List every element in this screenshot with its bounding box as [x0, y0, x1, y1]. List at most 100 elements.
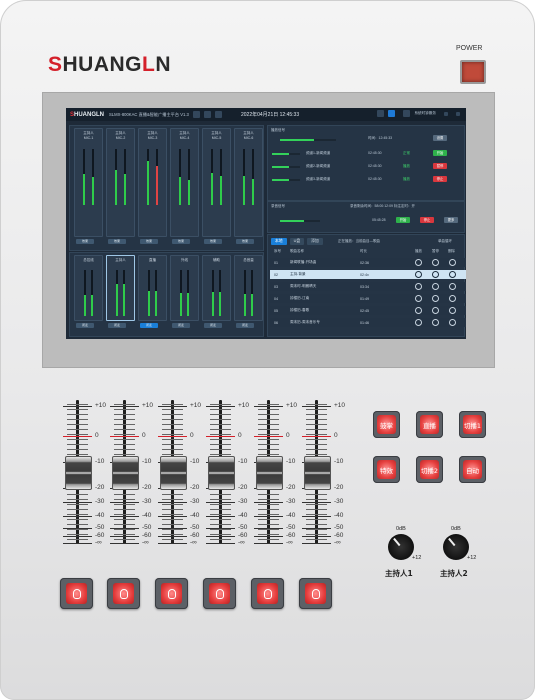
- fader-channel[interactable]: [206, 396, 236, 548]
- level-meter: [124, 149, 126, 205]
- pause-icon[interactable]: [432, 283, 439, 290]
- playlist-row[interactable]: 04 钟楼历-江南 01:49: [270, 294, 466, 303]
- screen-icon[interactable]: [377, 110, 385, 117]
- fader-knob[interactable]: [160, 456, 187, 490]
- fx-button[interactable]: 鼓掌: [373, 411, 400, 438]
- broadcast-row-name: 频道2-新闻频道: [306, 164, 331, 168]
- user-name[interactable]: 系统时钟服务: [414, 111, 436, 116]
- group-mute-button[interactable]: 闭麦: [204, 323, 222, 328]
- pause-icon[interactable]: [432, 259, 439, 266]
- channel-effect-button[interactable]: 效果: [108, 239, 126, 244]
- play-icon[interactable]: [415, 283, 422, 290]
- fader-knob[interactable]: [208, 456, 235, 490]
- fader-tick: [114, 524, 135, 525]
- fader-channel[interactable]: [63, 396, 93, 548]
- mail-icon[interactable]: [403, 110, 411, 117]
- fader-knob[interactable]: [65, 456, 92, 490]
- fader-channel[interactable]: [254, 396, 284, 548]
- tab-usb[interactable]: U盘: [289, 238, 305, 245]
- pause-icon[interactable]: [432, 271, 439, 278]
- group-mute-button[interactable]: 闭麦: [172, 323, 190, 328]
- delete-icon[interactable]: [449, 307, 456, 314]
- delete-icon[interactable]: [449, 295, 456, 302]
- broadcast-row-button[interactable]: 开始: [433, 150, 447, 156]
- tab-local[interactable]: 本地: [271, 238, 287, 245]
- play-icon[interactable]: [415, 307, 422, 314]
- fader-knob[interactable]: [256, 456, 283, 490]
- loop-mode[interactable]: 单曲循环: [438, 239, 452, 244]
- group-mute-button[interactable]: 闭麦: [140, 323, 158, 328]
- level-fill: [188, 179, 190, 205]
- playlist-row[interactable]: 02 主持-背景 02:4x: [270, 270, 466, 279]
- fx-button[interactable]: 自动: [459, 456, 486, 483]
- gain-knob[interactable]: [388, 534, 414, 560]
- playlist-row[interactable]: 03 周末时-明朗晴天 03:34: [270, 282, 466, 291]
- play-icon[interactable]: [203, 111, 211, 118]
- mic-mute-button[interactable]: [203, 578, 236, 609]
- play-icon[interactable]: [415, 259, 422, 266]
- fader-tick: [210, 494, 231, 495]
- network-icon[interactable]: [388, 110, 396, 117]
- mic-mute-button[interactable]: [107, 578, 140, 609]
- channel-effect-button[interactable]: 效果: [140, 239, 158, 244]
- mic-mute-button[interactable]: [299, 578, 332, 609]
- tab-add[interactable]: 添加: [307, 238, 323, 245]
- mic-mute-button[interactable]: [251, 578, 284, 609]
- gain-knob[interactable]: [443, 534, 469, 560]
- pause-icon[interactable]: [432, 307, 439, 314]
- settings-icon[interactable]: [192, 111, 200, 118]
- play-icon[interactable]: [415, 295, 422, 302]
- fader-knob[interactable]: [304, 456, 331, 490]
- mic-mute-button[interactable]: [155, 578, 188, 609]
- pause-icon[interactable]: [432, 295, 439, 302]
- group-name: 外线: [181, 258, 188, 262]
- group-meter: [84, 270, 86, 316]
- power-button[interactable]: [460, 60, 486, 84]
- record-stop-button[interactable]: 停止: [420, 217, 434, 223]
- delete-icon[interactable]: [449, 259, 456, 266]
- group-meter: [219, 270, 221, 316]
- fader-tick: [306, 439, 327, 440]
- delete-icon[interactable]: [449, 319, 456, 326]
- minimize-icon[interactable]: [444, 111, 448, 116]
- record-more-button[interactable]: 更多: [444, 217, 458, 223]
- group-mute-button[interactable]: 闭麦: [108, 323, 126, 328]
- fx-button[interactable]: 切播2: [416, 456, 443, 483]
- fader-tick: [162, 514, 183, 515]
- fader-scale-label: -20: [334, 484, 344, 491]
- play-icon[interactable]: [415, 271, 422, 278]
- fader-channel[interactable]: [302, 396, 332, 548]
- mic-mute-button[interactable]: [60, 578, 93, 609]
- record-start-button[interactable]: 开始: [396, 217, 410, 223]
- delete-icon[interactable]: [449, 283, 456, 290]
- channel-effect-button[interactable]: 效果: [204, 239, 222, 244]
- playlist-row[interactable]: 05 钟楼历-春歌 02:45: [270, 306, 466, 315]
- group-mute-button[interactable]: 闭麦: [76, 323, 94, 328]
- record-time: 05:45:28: [372, 218, 386, 222]
- broadcast-row-button[interactable]: 停止: [433, 176, 447, 182]
- fx-button[interactable]: 直播: [416, 411, 443, 438]
- broadcast-row-button[interactable]: 暂停: [433, 163, 447, 169]
- channel-effect-button[interactable]: 效果: [236, 239, 254, 244]
- playlist-row[interactable]: 06 周末历-周末音乐专 01:46: [270, 318, 466, 327]
- fader-channel[interactable]: [110, 396, 140, 548]
- fx-button[interactable]: 特效: [373, 456, 400, 483]
- calendar-icon[interactable]: [214, 111, 222, 118]
- datetime: 2022年04月21日 12:45:33: [241, 112, 300, 118]
- fader-knob[interactable]: [112, 456, 139, 490]
- fader-channel[interactable]: [158, 396, 188, 548]
- playlist-name: 新闻联播-开场曲: [290, 260, 317, 264]
- group-mute-button[interactable]: 闭麦: [236, 323, 254, 328]
- broadcast-settings-button[interactable]: 设置: [433, 135, 447, 141]
- fader-tick: [210, 419, 231, 420]
- fx-button[interactable]: 切播1: [459, 411, 486, 438]
- channel-effect-button[interactable]: 效果: [76, 239, 94, 244]
- pause-icon[interactable]: [432, 319, 439, 326]
- close-icon[interactable]: [456, 111, 460, 116]
- fader-scale-label: +10: [142, 402, 154, 409]
- delete-icon[interactable]: [449, 271, 456, 278]
- play-icon[interactable]: [415, 319, 422, 326]
- playlist-row[interactable]: 01 新闻联播-开场曲 02:36: [270, 258, 466, 267]
- fader-tick: [258, 514, 279, 515]
- channel-effect-button[interactable]: 效果: [172, 239, 190, 244]
